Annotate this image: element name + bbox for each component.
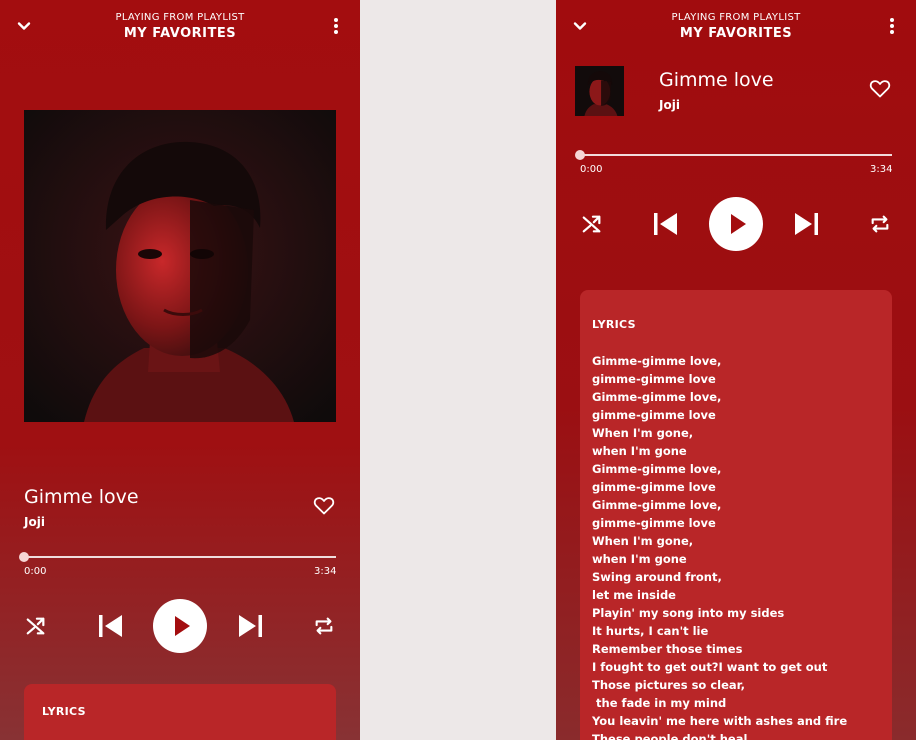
now-playing-screen-lyrics: PLAYING FROM PLAYLIST MY FAVORITES Gimme…	[556, 0, 916, 740]
lyric-line: Gimme-gimme love,	[592, 462, 722, 476]
skip-previous-icon[interactable]	[652, 210, 680, 238]
app-canvas: PLAYING FROM PLAYLIST MY FAVORITES Gimme…	[0, 0, 916, 740]
album-art-portrait	[575, 66, 624, 116]
playlist-name[interactable]: MY FAVORITES	[556, 26, 916, 41]
lyric-line: Those pictures so clear,	[592, 678, 745, 692]
skip-previous-icon[interactable]	[97, 612, 125, 640]
lyric-line: Gimme-gimme love,	[592, 498, 722, 512]
lyric-line: Gimme-gimme love,	[592, 354, 722, 368]
playing-from-label: PLAYING FROM PLAYLIST	[115, 12, 245, 23]
top-bar: PLAYING FROM PLAYLIST MY FAVORITES	[0, 0, 360, 52]
lyric-line: Playin' my song into my sides	[592, 606, 785, 620]
shuffle-icon[interactable]	[581, 213, 603, 235]
lyric-line: gimme-gimme love	[592, 408, 716, 422]
album-thumbnail[interactable]	[575, 66, 624, 116]
now-playing-screen-full: PLAYING FROM PLAYLIST MY FAVORITES Gimme…	[0, 0, 360, 740]
album-cover	[24, 110, 336, 422]
play-button[interactable]	[709, 197, 763, 251]
top-bar: PLAYING FROM PLAYLIST MY FAVORITES	[556, 0, 916, 52]
time-total: 3:34	[314, 566, 337, 577]
heart-outline-icon[interactable]	[868, 76, 892, 100]
play-icon	[731, 214, 746, 234]
artist-name[interactable]: Joji	[659, 98, 680, 112]
play-button[interactable]	[153, 599, 207, 653]
lyric-line: It hurts, I can't lie	[592, 624, 709, 638]
skip-next-icon[interactable]	[792, 210, 820, 238]
lyric-line: gimme-gimme love	[592, 372, 716, 386]
lyric-line: When I'm gone,	[592, 534, 694, 548]
time-total: 3:34	[870, 164, 893, 175]
lyric-line: the fade in my mind	[592, 696, 727, 710]
lyric-line: When I'm gone,	[592, 426, 694, 440]
shuffle-icon[interactable]	[25, 615, 47, 637]
progress-handle[interactable]	[19, 552, 29, 562]
lyric-line: Gimme-gimme love,	[592, 390, 722, 404]
lyrics-heading: LYRICS	[592, 318, 636, 331]
artist-name[interactable]: Joji	[24, 515, 45, 529]
progress-handle[interactable]	[575, 150, 585, 160]
progress-track[interactable]	[24, 556, 336, 558]
lyrics-heading: LYRICS	[42, 705, 86, 718]
play-icon	[175, 616, 190, 636]
lyric-line: when I'm gone	[592, 444, 687, 458]
progress-track[interactable]	[580, 154, 892, 156]
lyric-line: Swing around front,	[592, 570, 722, 584]
time-current: 0:00	[24, 566, 47, 577]
heart-outline-icon[interactable]	[312, 493, 336, 517]
lyrics-card[interactable]: LYRICS	[24, 684, 336, 740]
lyrics-text: Gimme-gimme love, gimme-gimme love Gimme-g…	[592, 352, 847, 740]
song-title: Gimme love	[659, 69, 774, 91]
lyric-line: gimme-gimme love	[592, 516, 716, 530]
lyrics-card[interactable]: LYRICS Gimme-gimme love, gimme-gimme love…	[580, 290, 892, 740]
lyric-line: These people don't heal	[592, 732, 748, 740]
more-vertical-icon[interactable]	[330, 17, 342, 35]
lyric-line: I fought to get out?I want to get out	[592, 660, 828, 674]
lyric-line: let me inside	[592, 588, 676, 602]
song-title: Gimme love	[24, 486, 139, 508]
time-current: 0:00	[580, 164, 603, 175]
lyric-line: You leavin' me here with ashes and fire	[592, 714, 848, 728]
playlist-name[interactable]: MY FAVORITES	[0, 26, 360, 41]
playing-from-label: PLAYING FROM PLAYLIST	[671, 12, 801, 23]
repeat-icon[interactable]	[869, 213, 891, 235]
lyric-line: gimme-gimme love	[592, 480, 716, 494]
more-vertical-icon[interactable]	[886, 17, 898, 35]
lyric-line: when I'm gone	[592, 552, 687, 566]
skip-next-icon[interactable]	[236, 612, 264, 640]
album-art-portrait	[24, 110, 336, 422]
lyric-line: Remember those times	[592, 642, 743, 656]
repeat-icon[interactable]	[313, 615, 335, 637]
